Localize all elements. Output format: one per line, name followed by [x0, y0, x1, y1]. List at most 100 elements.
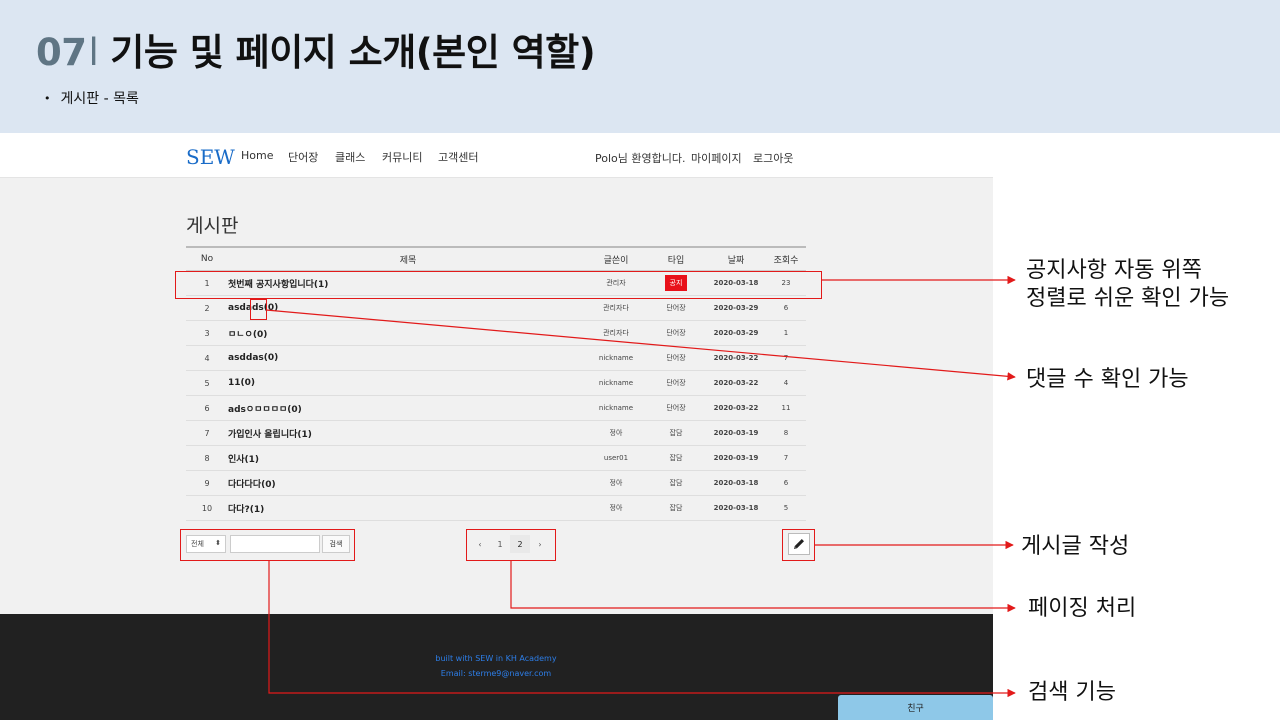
mypage-link[interactable]: 마이페이지: [691, 150, 742, 166]
row-no: 9: [204, 478, 210, 488]
row-writer: 관리자다: [603, 304, 629, 312]
footer-email[interactable]: Email: sterme9@naver.com: [396, 669, 596, 678]
row-views: 4: [783, 379, 789, 387]
board-title: 게시판: [186, 215, 239, 237]
row-title[interactable]: 인사(1): [228, 446, 588, 470]
row-views: 6: [783, 479, 789, 487]
slide: 07l 기능 및 페이지 소개(본인 역할) • 게시판 - 목록 SEW Home…: [0, 0, 1280, 720]
row-date: 2020-03-18: [713, 504, 759, 512]
slide-number: 07: [36, 31, 87, 74]
col-writer: 글쓴이: [603, 255, 629, 266]
row-no: 6: [204, 403, 210, 413]
row-type: 잡담: [669, 504, 683, 512]
slide-bullet: • 게시판 - 목록: [44, 88, 139, 108]
row-date: 2020-03-22: [713, 379, 759, 387]
row-title[interactable]: ㅁㄴㅇ(0): [228, 321, 588, 345]
comment-callout: 댓글 수 확인 가능: [1026, 367, 1189, 392]
row-type: 잡담: [669, 454, 683, 462]
row-type: 단어장: [666, 304, 686, 312]
row-title[interactable]: asddas(0): [228, 346, 588, 370]
logout-link[interactable]: 로그아웃: [753, 150, 793, 166]
col-type: 타입: [667, 255, 685, 266]
row-title[interactable]: 가입인사 올립니다(1): [228, 421, 588, 445]
row-title[interactable]: 11(0): [228, 371, 588, 395]
row-views: 8: [783, 429, 789, 437]
row-type: 단어장: [666, 354, 686, 362]
row-views: 6: [783, 304, 789, 312]
table-row[interactable]: 8 인사(1) user01 잡담 2020-03-19 7: [186, 446, 806, 471]
table-row[interactable]: 2 asdads(0) 관리자다 단어장 2020-03-29 6: [186, 296, 806, 321]
table-row[interactable]: 6 adsㅇㅁㅁㅁㅁ(0) nickname 단어장 2020-03-22 11: [186, 396, 806, 421]
row-views: 7: [783, 454, 789, 462]
website-screenshot: SEW Home 단어장 클래스 커뮤니티 고객센터 Polo님 환영합니다. …: [0, 133, 993, 720]
row-title[interactable]: 다다다다(0): [228, 471, 588, 495]
row-no: 4: [204, 353, 210, 363]
row-no: 8: [204, 453, 210, 463]
friend-tab[interactable]: 친구: [838, 695, 993, 720]
row-type: 단어장: [666, 404, 686, 412]
title-separator: l: [88, 31, 99, 74]
row-writer: nickname: [598, 404, 634, 412]
board-body: 1 첫번째 공지사항입니다(1) 관리자 공지 2020-03-18 23 2 asdads(…: [186, 271, 806, 521]
nav-class[interactable]: 클래스: [335, 149, 365, 165]
nav-vocabulary[interactable]: 단어장: [288, 149, 318, 165]
table-row[interactable]: 4 asddas(0) nickname 단어장 2020-03-22 7: [186, 346, 806, 371]
table-row[interactable]: 10 다다?(1) 정아 잡담 2020-03-18 5: [186, 496, 806, 521]
row-no: 3: [204, 328, 210, 338]
notice-callout-line2: 정렬로 쉬운 확인 가능: [1026, 285, 1230, 311]
row-views: 5: [783, 504, 789, 512]
row-date: 2020-03-19: [713, 454, 759, 462]
site-navbar: SEW Home 단어장 클래스 커뮤니티 고객센터 Polo님 환영합니다. …: [0, 133, 993, 178]
nav-customer-center[interactable]: 고객센터: [438, 149, 478, 165]
table-row[interactable]: 7 가입인사 올립니다(1) 정아 잡담 2020-03-19 8: [186, 421, 806, 446]
write-highlight-box: [782, 529, 815, 561]
row-date: 2020-03-18: [713, 479, 759, 487]
notice-callout-line1: 공지사항 자동 위쪽: [1026, 258, 1202, 283]
board-header-row: No 제목 글쓴이 타입 날짜 조회수: [186, 246, 806, 271]
row-type: 단어장: [666, 329, 686, 337]
table-row[interactable]: 5 11(0) nickname 단어장 2020-03-22 4: [186, 371, 806, 396]
slide-bullet-text: 게시판 - 목록: [60, 91, 139, 107]
notice-callout: 공지사항 자동 위쪽 정렬로 쉬운 확인 가능: [1026, 257, 1229, 312]
search-highlight-box: [180, 529, 355, 561]
row-writer: user01: [603, 454, 629, 462]
row-type: 단어장: [666, 379, 686, 387]
notice-highlight-box: [175, 271, 822, 299]
comment-count-highlight-box: [250, 299, 267, 320]
slide-title: 07l 기능 및 페이지 소개(본인 역할): [36, 22, 596, 76]
brand-logo[interactable]: SEW: [186, 145, 235, 169]
bullet-dot-icon: •: [44, 92, 51, 105]
paging-highlight-box: [466, 529, 556, 561]
welcome-text: Polo님 환영합니다.: [595, 152, 686, 165]
row-type: 잡담: [669, 429, 683, 437]
slide-title-text: 기능 및 페이지 소개(본인 역할): [110, 31, 596, 74]
row-writer: 정아: [609, 504, 623, 512]
table-row[interactable]: 9 다다다다(0) 정아 잡담 2020-03-18 6: [186, 471, 806, 496]
nav-home[interactable]: Home: [241, 149, 273, 162]
col-title: 제목: [399, 255, 417, 266]
row-writer: 정아: [609, 429, 623, 437]
row-views: 1: [783, 329, 789, 337]
row-views: 7: [783, 354, 789, 362]
row-type: 잡담: [669, 479, 683, 487]
row-title[interactable]: adsㅇㅁㅁㅁㅁ(0): [228, 396, 588, 420]
row-writer: 정아: [609, 479, 623, 487]
row-writer: nickname: [598, 354, 634, 362]
write-callout: 게시글 작성: [1021, 534, 1130, 559]
row-title[interactable]: 다다?(1): [228, 496, 588, 520]
row-date: 2020-03-19: [713, 429, 759, 437]
row-no: 10: [201, 503, 213, 513]
slide-header: 07l 기능 및 페이지 소개(본인 역할) • 게시판 - 목록: [0, 0, 1280, 133]
row-date: 2020-03-22: [713, 404, 759, 412]
row-date: 2020-03-29: [713, 304, 759, 312]
table-row[interactable]: 3 ㅁㄴㅇ(0) 관리자다 단어장 2020-03-29 1: [186, 321, 806, 346]
row-title[interactable]: asdads(0): [228, 296, 588, 320]
nav-community[interactable]: 커뮤니티: [382, 149, 422, 165]
row-no: 2: [204, 303, 210, 313]
row-writer: 관리자다: [603, 329, 629, 337]
row-date: 2020-03-29: [713, 329, 759, 337]
row-writer: nickname: [598, 379, 634, 387]
paging-callout: 페이징 처리: [1028, 596, 1137, 621]
col-date: 날짜: [727, 255, 745, 266]
col-views: 조회수: [773, 255, 799, 266]
